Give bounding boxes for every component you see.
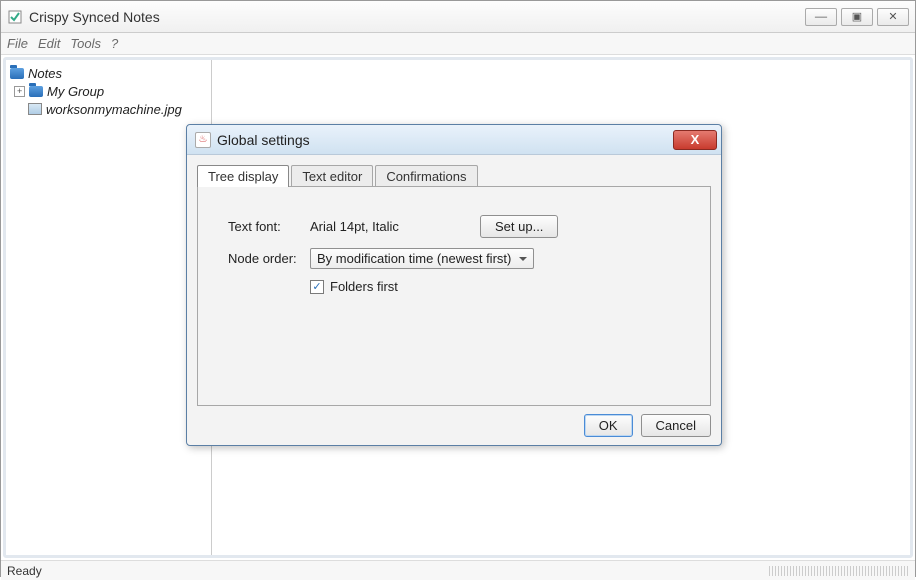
tree-node-mygroup[interactable]: + My Group bbox=[10, 82, 207, 100]
menubar: File Edit Tools ? bbox=[1, 33, 915, 55]
tree-node-file[interactable]: worksonmymachine.jpg bbox=[10, 100, 207, 118]
menu-help[interactable]: ? bbox=[111, 36, 118, 51]
node-order-select[interactable]: By modification time (newest first) bbox=[310, 248, 534, 269]
dialog-title: Global settings bbox=[217, 132, 673, 148]
setup-button[interactable]: Set up... bbox=[480, 215, 558, 238]
folders-first-checkbox[interactable]: ✓ bbox=[310, 280, 324, 294]
menu-file[interactable]: File bbox=[7, 36, 28, 51]
tree-label: worksonmymachine.jpg bbox=[46, 102, 182, 117]
dialog-titlebar[interactable]: ♨ Global settings X bbox=[187, 125, 721, 155]
cancel-button[interactable]: Cancel bbox=[641, 414, 711, 437]
dialog-button-row: OK Cancel bbox=[197, 406, 711, 437]
node-order-label: Node order: bbox=[228, 251, 310, 266]
java-icon: ♨ bbox=[195, 132, 211, 148]
tree-label: My Group bbox=[47, 84, 104, 99]
text-font-label: Text font: bbox=[228, 219, 310, 234]
tab-panel-tree-display: Text font: Arial 14pt, Italic Set up... … bbox=[197, 186, 711, 406]
dialog-close-button[interactable]: X bbox=[673, 130, 717, 150]
maximize-button[interactable]: ▣ bbox=[841, 8, 873, 26]
close-button[interactable]: ✕ bbox=[877, 8, 909, 26]
app-icon bbox=[7, 9, 23, 25]
tree-label: Notes bbox=[28, 66, 62, 81]
text-font-value: Arial 14pt, Italic bbox=[310, 219, 480, 234]
minimize-button[interactable]: –– bbox=[805, 8, 837, 26]
titlebar: Crispy Synced Notes –– ▣ ✕ bbox=[1, 1, 915, 33]
folders-first-label: Folders first bbox=[330, 279, 398, 294]
folder-icon bbox=[29, 86, 43, 97]
folder-icon bbox=[10, 68, 24, 79]
window-controls: –– ▣ ✕ bbox=[805, 8, 909, 26]
tree-root-notes[interactable]: Notes bbox=[10, 64, 207, 82]
statusbar: Ready bbox=[1, 560, 915, 580]
global-settings-dialog: ♨ Global settings X Tree display Text ed… bbox=[186, 124, 722, 446]
expand-icon[interactable]: + bbox=[14, 86, 25, 97]
resize-grip[interactable] bbox=[769, 566, 909, 576]
text-font-row: Text font: Arial 14pt, Italic Set up... bbox=[228, 215, 680, 238]
tree-sidebar: Notes + My Group worksonmymachine.jpg bbox=[6, 60, 212, 555]
folders-first-row: ✓ Folders first bbox=[228, 279, 680, 294]
tab-tree-display[interactable]: Tree display bbox=[197, 165, 289, 187]
menu-tools[interactable]: Tools bbox=[70, 36, 101, 51]
node-order-row: Node order: By modification time (newest… bbox=[228, 248, 680, 269]
tab-text-editor[interactable]: Text editor bbox=[291, 165, 373, 187]
tab-confirmations[interactable]: Confirmations bbox=[375, 165, 477, 187]
window-title: Crispy Synced Notes bbox=[29, 9, 805, 25]
ok-button[interactable]: OK bbox=[584, 414, 633, 437]
dialog-body: Tree display Text editor Confirmations T… bbox=[187, 155, 721, 445]
dialog-tabs: Tree display Text editor Confirmations bbox=[197, 163, 711, 187]
menu-edit[interactable]: Edit bbox=[38, 36, 60, 51]
image-icon bbox=[28, 103, 42, 115]
status-text: Ready bbox=[7, 564, 42, 578]
